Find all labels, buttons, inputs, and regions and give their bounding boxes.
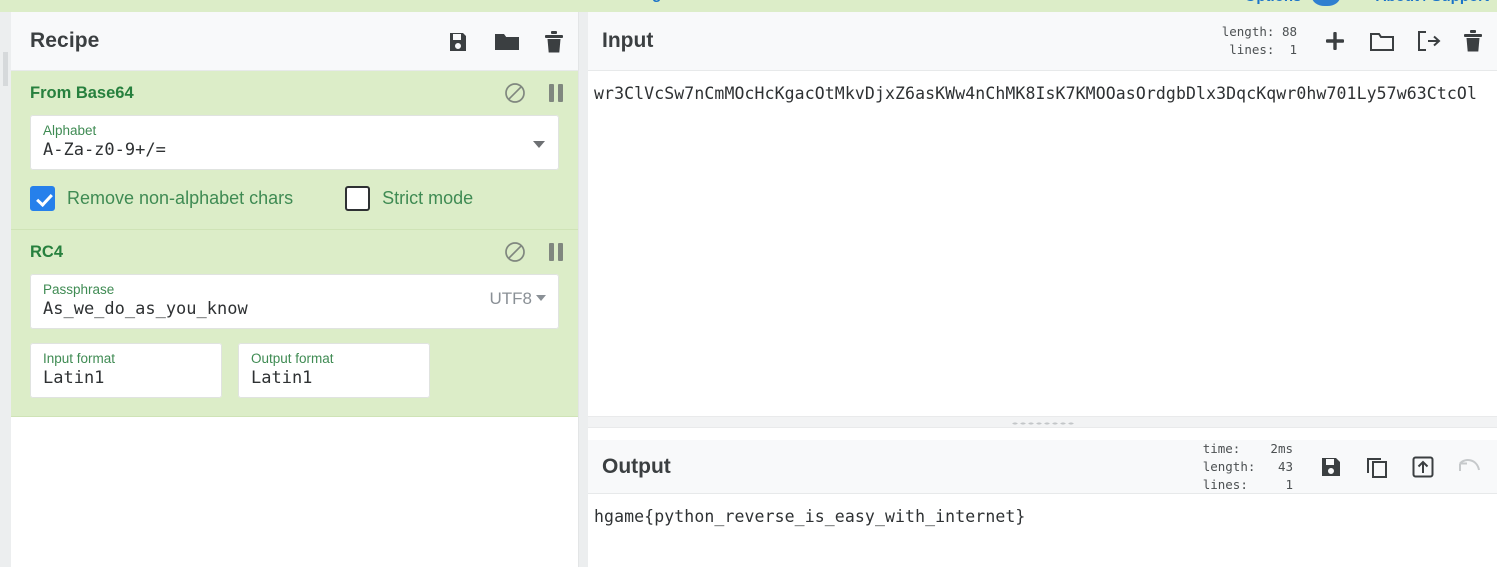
copy-output-icon[interactable] <box>1365 455 1389 479</box>
recipe-panel: Recipe From Base64 Alphabet A-Za-z0-9+/=… <box>11 12 579 567</box>
load-recipe-folder-icon[interactable] <box>494 30 520 54</box>
alphabet-label: Alphabet <box>43 123 97 138</box>
open-folder-icon[interactable] <box>1369 30 1395 52</box>
pause-operation-icon[interactable] <box>548 242 564 262</box>
output-textarea[interactable]: hgame{python_reverse_is_easy_with_intern… <box>588 494 1497 526</box>
options-button[interactable]: Options <box>1245 0 1302 5</box>
output-meta: time: 2ms length: 43 lines: 1 <box>1202 440 1293 492</box>
checkbox-box-checked[interactable] <box>30 186 55 211</box>
splitter-grip[interactable] <box>1010 422 1075 425</box>
cook-icon[interactable] <box>1311 0 1340 6</box>
operation-title: From Base64 <box>30 83 134 102</box>
input-output-splitter[interactable] <box>588 416 1497 428</box>
disable-operation-icon[interactable] <box>504 241 526 263</box>
recipe-operation-rc4[interactable]: RC4 Passphrase As_we_do_as_you_know UTF8… <box>11 230 578 417</box>
recipe-title-bar: Recipe <box>11 12 578 71</box>
recipe-empty-area[interactable] <box>11 417 578 497</box>
clear-input-trash-icon[interactable] <box>1463 29 1483 53</box>
output-panel: Output time: 2ms length: 43 lines: 1 hga… <box>588 440 1497 567</box>
strict-mode-checkbox[interactable]: Strict mode <box>345 186 473 211</box>
input-panel: Input length: 88 lines: 1 wr3ClVcSw7nCmM… <box>588 12 1497 428</box>
operation-header: RC4 <box>11 230 578 274</box>
operations-sidebar-rail[interactable] <box>0 12 11 567</box>
passphrase-encoding-select[interactable]: UTF8 <box>489 288 546 309</box>
clear-recipe-trash-icon[interactable] <box>544 30 564 54</box>
top-banner: Last build: 2 months ago Options About /… <box>0 0 1497 12</box>
pause-operation-icon[interactable] <box>548 83 564 103</box>
output-format-select[interactable]: Output format Latin1 <box>238 343 430 398</box>
recipe-title: Recipe <box>30 29 100 52</box>
chevron-down-icon[interactable] <box>536 294 546 301</box>
checkbox-box-unchecked[interactable] <box>345 186 371 211</box>
input-textarea[interactable]: wr3ClVcSw7nCmMOcHcKgacOtMkvDjxZ6asKWw4nC… <box>588 71 1497 103</box>
input-title: Input <box>602 29 654 52</box>
passphrase-encoding-value: UTF8 <box>489 288 533 308</box>
output-format-label: Output format <box>251 351 334 366</box>
add-input-tab-icon[interactable] <box>1323 29 1347 53</box>
output-title: Output <box>602 454 671 478</box>
undo-output-icon <box>1457 456 1483 478</box>
save-output-icon[interactable] <box>1319 455 1343 479</box>
disable-operation-icon[interactable] <box>504 82 526 104</box>
recipe-io-splitter[interactable] <box>579 12 588 567</box>
recipe-operation-from-base64[interactable]: From Base64 Alphabet A-Za-z0-9+/= Remove… <box>11 71 578 230</box>
open-file-import-icon[interactable] <box>1417 30 1441 52</box>
remove-non-alphabet-chars-label: Remove non-alphabet chars <box>67 188 294 208</box>
output-format-value: Latin1 <box>251 368 313 388</box>
input-header: Input length: 88 lines: 1 <box>588 12 1497 71</box>
alphabet-select[interactable]: Alphabet A-Za-z0-9+/= <box>30 115 559 170</box>
sidebar-drag-handle[interactable] <box>3 52 8 86</box>
input-meta: length: 88 lines: 1 <box>1221 24 1297 57</box>
about-support-button[interactable]: About / Support <box>1376 0 1489 5</box>
output-header: Output time: 2ms length: 43 lines: 1 <box>588 440 1497 494</box>
input-format-select[interactable]: Input format Latin1 <box>30 343 222 398</box>
operation-header: From Base64 <box>11 71 578 115</box>
input-format-value: Latin1 <box>43 368 105 388</box>
remove-non-alphabet-chars-checkbox[interactable]: Remove non-alphabet chars <box>30 186 293 211</box>
strict-mode-label: Strict mode <box>382 188 474 208</box>
io-column: Input length: 88 lines: 1 wr3ClVcSw7nCmM… <box>588 12 1497 567</box>
operation-title: RC4 <box>30 242 64 261</box>
chevron-down-icon[interactable] <box>533 140 545 148</box>
replace-input-export-icon[interactable] <box>1411 455 1435 479</box>
passphrase-input[interactable]: Passphrase As_we_do_as_you_know UTF8 <box>30 274 559 329</box>
last-build-text: Last build: 2 months ago <box>493 0 671 3</box>
passphrase-label: Passphrase <box>43 282 115 297</box>
passphrase-value: As_we_do_as_you_know <box>43 299 248 319</box>
save-recipe-icon[interactable] <box>446 30 470 54</box>
alphabet-value: A-Za-z0-9+/= <box>43 140 166 160</box>
input-format-label: Input format <box>43 351 116 366</box>
